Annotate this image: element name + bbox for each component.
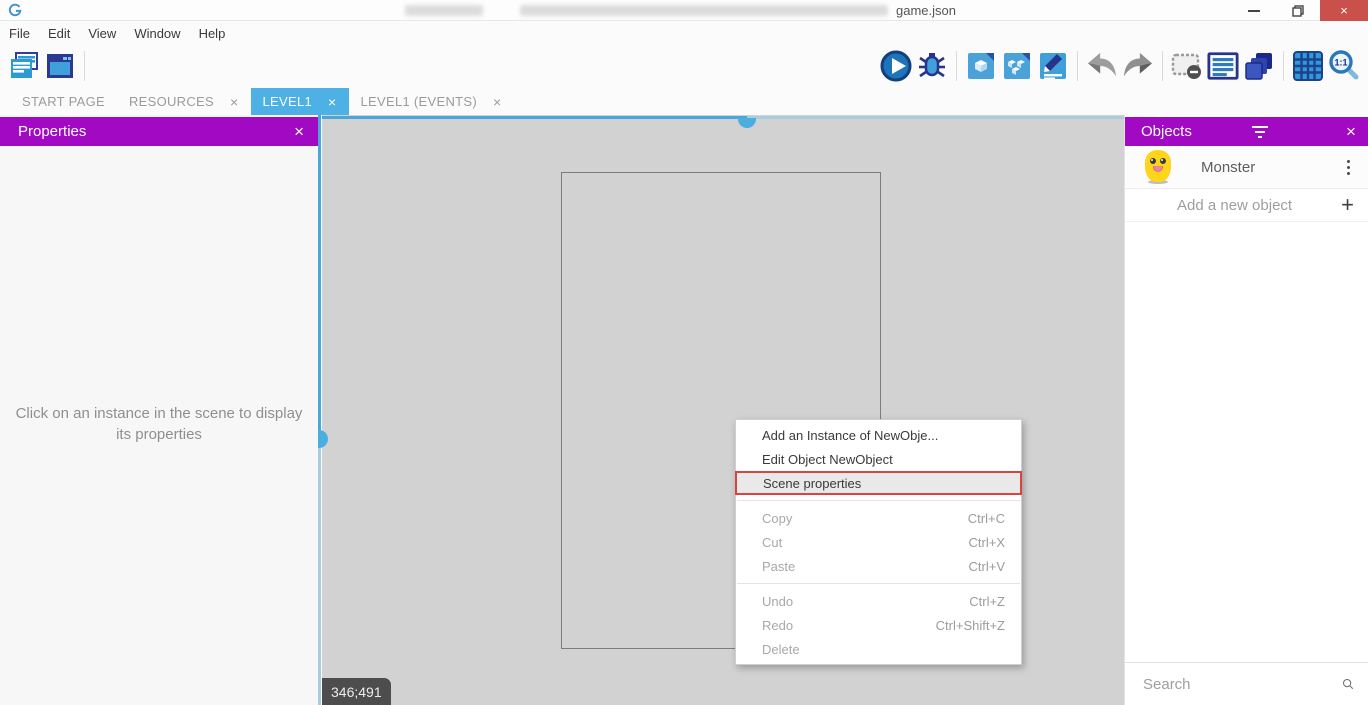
properties-panel-title: Properties xyxy=(18,123,86,140)
toolbar-separator xyxy=(1283,51,1284,81)
tab-bar: START PAGE RESOURCES × LEVEL1 × LEVEL1 (… xyxy=(0,88,1368,115)
objects-close-icon[interactable]: × xyxy=(1346,123,1356,140)
preview-window-icon[interactable] xyxy=(42,48,78,84)
toolbar: 1:1 xyxy=(0,44,1368,88)
object-menu-icon[interactable] xyxy=(1343,156,1354,179)
add-object-button[interactable]: Add a new object + xyxy=(1125,189,1368,222)
mask-toggle-icon[interactable] xyxy=(1169,48,1205,84)
context-menu-item-cut[interactable]: Cut Ctrl+X xyxy=(736,530,1021,554)
cursor-coordinates-badge: 346;491 xyxy=(322,678,391,705)
grid-icon[interactable] xyxy=(1290,48,1326,84)
context-menu-item-add-instance[interactable]: Add an Instance of NewObje... xyxy=(736,423,1021,447)
search-input[interactable] xyxy=(1143,676,1342,693)
close-button[interactable]: × xyxy=(1320,0,1368,21)
context-menu-separator xyxy=(737,500,1020,501)
object-name: Monster xyxy=(1201,159,1255,176)
project-manager-icon[interactable] xyxy=(6,48,42,84)
undo-icon[interactable] xyxy=(1084,48,1120,84)
properties-close-icon[interactable]: × xyxy=(294,123,304,140)
monster-thumbnail xyxy=(1145,150,1171,184)
gdevelop-logo-icon xyxy=(8,3,22,17)
context-menu-item-redo[interactable]: Redo Ctrl+Shift+Z xyxy=(736,613,1021,637)
tab-resources[interactable]: RESOURCES × xyxy=(117,88,251,115)
toolbar-separator xyxy=(1162,51,1163,81)
redacted-title-segment xyxy=(405,5,483,16)
toolbar-separator xyxy=(84,51,85,81)
menu-edit[interactable]: Edit xyxy=(48,26,70,41)
objects-search-bar xyxy=(1125,662,1368,705)
context-menu-item-undo[interactable]: Undo Ctrl+Z xyxy=(736,589,1021,613)
layers-icon[interactable] xyxy=(1241,48,1277,84)
tab-close-icon[interactable]: × xyxy=(328,94,336,110)
plus-icon: + xyxy=(1341,194,1354,216)
menu-help[interactable]: Help xyxy=(199,26,226,41)
zoom-1-1-icon[interactable]: 1:1 xyxy=(1326,48,1362,84)
vertical-splitter[interactable] xyxy=(318,115,321,705)
object-list-item[interactable]: Monster xyxy=(1125,146,1368,189)
redacted-title-segment xyxy=(520,5,888,16)
minimize-icon xyxy=(1248,10,1260,12)
edit-properties-icon[interactable] xyxy=(1035,48,1071,84)
context-menu-item-edit-object[interactable]: Edit Object NewObject xyxy=(736,447,1021,471)
titlebar: game.json × xyxy=(0,0,1368,21)
svg-text:1:1: 1:1 xyxy=(1334,58,1347,68)
objects-panel: Objects × Monster Add a new object + xyxy=(1124,115,1368,705)
redo-icon[interactable] xyxy=(1120,48,1156,84)
menu-bar: File Edit View Window Help xyxy=(0,22,1368,44)
objects-list-icon[interactable] xyxy=(1205,48,1241,84)
toolbar-separator xyxy=(956,51,957,81)
context-menu-item-paste[interactable]: Paste Ctrl+V xyxy=(736,554,1021,578)
menu-file[interactable]: File xyxy=(9,26,30,41)
menu-window[interactable]: Window xyxy=(134,26,180,41)
window-title: game.json xyxy=(896,3,956,18)
properties-panel: Properties × Click on an instance in the… xyxy=(0,115,318,705)
properties-empty-message: Click on an instance in the scene to dis… xyxy=(9,403,309,445)
tab-level1[interactable]: LEVEL1 × xyxy=(251,88,349,115)
gdevelop-window: game.json × File Edit View Window Help xyxy=(0,0,1368,705)
tab-level1-events[interactable]: LEVEL1 (EVENTS) × xyxy=(349,88,514,115)
tab-close-icon[interactable]: × xyxy=(493,94,501,110)
restore-icon xyxy=(1292,5,1304,17)
tab-start-page[interactable]: START PAGE xyxy=(10,88,117,115)
search-icon xyxy=(1342,674,1354,694)
add-object-icon[interactable] xyxy=(963,48,999,84)
horizontal-splitter[interactable] xyxy=(322,116,1124,119)
start-preview-icon[interactable] xyxy=(878,48,914,84)
add-object-group-icon[interactable] xyxy=(999,48,1035,84)
context-menu-item-copy[interactable]: Copy Ctrl+C xyxy=(736,506,1021,530)
objects-panel-title: Objects xyxy=(1141,123,1192,140)
objects-panel-header: Objects × xyxy=(1125,117,1368,146)
minimize-button[interactable] xyxy=(1232,0,1276,21)
debug-icon[interactable] xyxy=(914,48,950,84)
filter-icon[interactable] xyxy=(1252,126,1268,138)
tab-close-icon[interactable]: × xyxy=(230,94,238,110)
context-menu: Add an Instance of NewObje... Edit Objec… xyxy=(735,419,1022,665)
menu-view[interactable]: View xyxy=(88,26,116,41)
context-menu-separator xyxy=(737,583,1020,584)
close-icon: × xyxy=(1340,3,1348,18)
context-menu-item-scene-properties[interactable]: Scene properties xyxy=(735,471,1022,495)
restore-button[interactable] xyxy=(1276,0,1320,21)
properties-panel-header: Properties × xyxy=(0,117,318,146)
toolbar-separator xyxy=(1077,51,1078,81)
context-menu-item-delete[interactable]: Delete xyxy=(736,637,1021,661)
